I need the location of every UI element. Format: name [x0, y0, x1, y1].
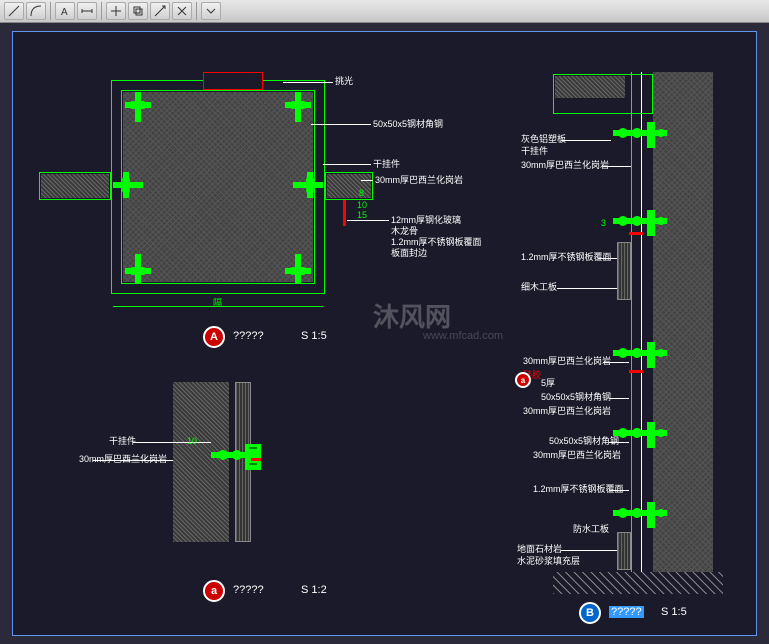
leader-l22: [561, 550, 617, 551]
scale-a: S 1:2: [301, 584, 327, 596]
panel-B2: [617, 532, 631, 570]
bracket-B4: [613, 422, 667, 448]
label-l18: 30mm厚巴西兰化岗岩: [523, 404, 611, 417]
bracket-a: [211, 442, 261, 472]
label-l8: 板面封边: [391, 246, 427, 259]
label-l25: 干挂件: [109, 434, 136, 447]
leader-l17: [609, 398, 629, 399]
bubble-a-callout: a: [515, 372, 531, 388]
label-l27: 3: [601, 218, 606, 228]
leader-l19: [609, 442, 629, 443]
label-l17: 50x50x5钢材角钢: [541, 390, 611, 403]
toolbar-separator: [50, 2, 51, 20]
title-a: ?????: [233, 584, 264, 596]
leader-l13: [557, 288, 617, 289]
dim-d3: 15: [357, 210, 367, 220]
label-l21: 1.2mm厚不锈钢板覆面: [533, 482, 624, 495]
dim-d2: 10: [357, 200, 367, 210]
wall-right-outline: [325, 172, 373, 200]
leader-l4: [361, 180, 373, 181]
joint-a: [251, 458, 261, 461]
tool-move-icon[interactable]: [106, 2, 126, 20]
bracket-A-ml: [113, 172, 143, 198]
glass-right: [343, 200, 346, 226]
bracket-B3: [613, 342, 667, 368]
tool-trim-icon[interactable]: [172, 2, 192, 20]
toolbar: A: [0, 0, 769, 23]
dim-d4: 隔: [213, 296, 222, 309]
bracket-A-mr: [293, 172, 323, 198]
title-B[interactable]: ?????: [609, 606, 644, 618]
dim-d1: 8: [359, 188, 364, 198]
leader-l9: [561, 140, 611, 141]
title-A: ?????: [233, 330, 264, 342]
bracket-A-tl: [125, 92, 151, 122]
label-l13: 细木工板: [521, 280, 557, 293]
label-l3: 干挂件: [373, 157, 400, 170]
leader-l25: [133, 442, 211, 443]
leader-l1: [283, 82, 333, 83]
drawing-canvas[interactable]: 挑光 50x50x5钢材角钢 干挂件 30mm厚巴西兰化岗岩 12mm厚钢化玻璃…: [12, 31, 757, 636]
label-l20: 30mm厚巴西兰化岗岩: [533, 448, 621, 461]
dim-d5: 10: [187, 436, 197, 446]
watermark-sub: www.mfcad.com: [423, 330, 503, 342]
leader-l12: [599, 258, 617, 259]
watermark-main: 沐风网: [373, 297, 451, 334]
label-l19: 50x50x5钢材角钢: [549, 434, 619, 447]
joint-B2: [629, 370, 643, 373]
panel-B1: [617, 242, 631, 300]
bubble-A: A: [203, 326, 225, 348]
tool-copy-icon[interactable]: [128, 2, 148, 20]
label-l23: 水泥砂浆填充层: [517, 554, 580, 567]
leader-l11: [603, 166, 631, 167]
label-l26: 30mm厚巴西兰化岗岩: [79, 452, 167, 465]
canvas-wrap: 挑光 50x50x5钢材角钢 干挂件 30mm厚巴西兰化岗岩 12mm厚钢化玻璃…: [0, 23, 769, 644]
wall-left-outline: [39, 172, 111, 200]
leader-l21: [609, 490, 629, 491]
tool-dropdown-icon[interactable]: [201, 2, 221, 20]
bracket-A-bl: [125, 254, 151, 284]
toolbar-separator: [196, 2, 197, 20]
tool-scale-icon[interactable]: [150, 2, 170, 20]
scale-B: S 1:5: [661, 606, 687, 618]
label-l4: 30mm厚巴西兰化岗岩: [375, 173, 463, 186]
svg-text:A: A: [61, 7, 68, 17]
tool-text-icon[interactable]: A: [55, 2, 75, 20]
red-frame-A: [203, 72, 263, 90]
bubble-a: a: [203, 580, 225, 602]
label-l14: 30mm厚巴西兰化岗岩: [523, 354, 611, 367]
tool-arc-icon[interactable]: [26, 2, 46, 20]
label-l2: 50x50x5钢材角钢: [373, 117, 443, 130]
tool-dim-icon[interactable]: [77, 2, 97, 20]
ground-B: [553, 572, 723, 594]
label-l10: 干挂件: [521, 144, 548, 157]
ceiling-fill: [555, 76, 625, 98]
bracket-A-tr: [285, 92, 311, 122]
leader-l5: [347, 220, 389, 221]
bracket-B1: [613, 122, 667, 148]
scale-A: S 1:5: [301, 330, 327, 342]
label-l1: 挑光: [335, 74, 353, 87]
bubble-B: B: [579, 602, 601, 624]
label-l11: 30mm厚巴西兰化岗岩: [521, 158, 609, 171]
leader-l14: [603, 362, 629, 363]
label-l24: 防水工板: [573, 522, 609, 535]
label-l16: 5厚: [541, 376, 555, 389]
joint-B1: [629, 232, 643, 235]
toolbar-separator: [101, 2, 102, 20]
leader-l3: [323, 164, 371, 165]
bracket-B5: [613, 502, 667, 528]
label-l12: 1.2mm厚不锈钢板覆面: [521, 250, 612, 263]
tool-draw-icon[interactable]: [4, 2, 24, 20]
bracket-A-br: [285, 254, 311, 284]
leader-l2: [311, 124, 371, 125]
